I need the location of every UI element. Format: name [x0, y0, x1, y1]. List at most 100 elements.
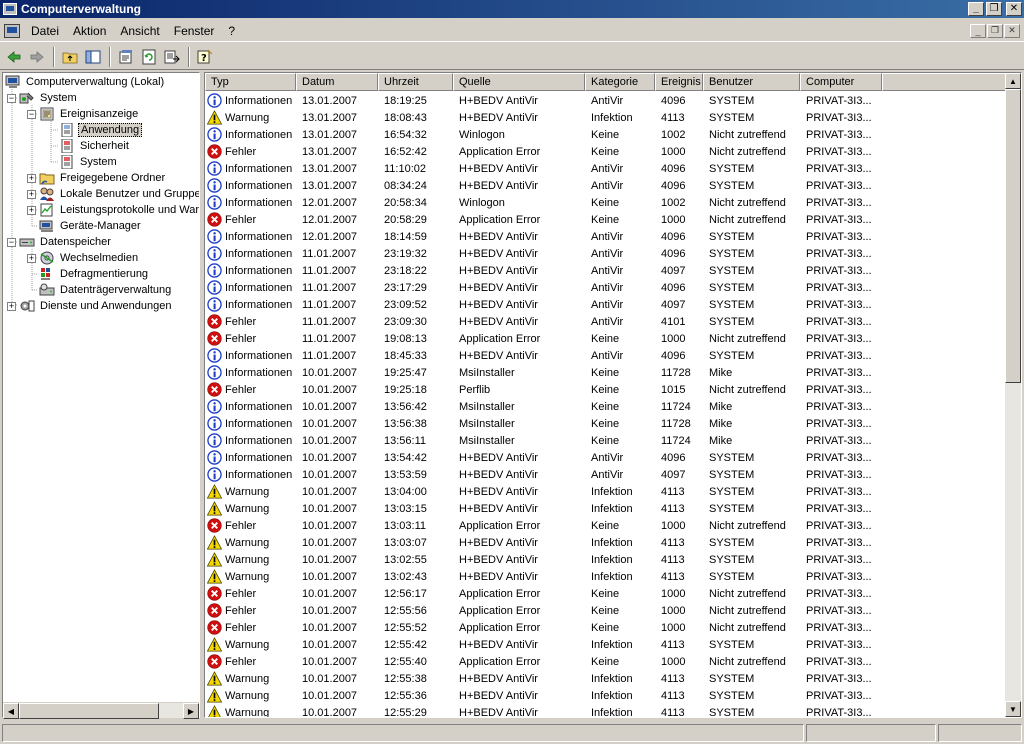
table-row[interactable]: Informationen 13.01.2007 11:10:02 H+BEDV An… — [205, 160, 1005, 177]
tree-item-disk-mgmt[interactable]: Datenträgerverwaltung — [39, 282, 173, 298]
tree-horizontal-scrollbar[interactable]: ◀ ▶ — [3, 702, 199, 719]
tree-item-services[interactable]: + Dienste und Anwendungen — [7, 298, 174, 314]
table-row[interactable]: Warnung 13.01.2007 18:08:43 H+BEDV AntiVir I… — [205, 109, 1005, 126]
table-row[interactable]: Fehler 11.01.2007 23:09:30 H+BEDV AntiVir An… — [205, 313, 1005, 330]
expand-icon[interactable]: + — [27, 189, 36, 199]
table-row[interactable]: Fehler 12.01.2007 20:58:29 Application Erro… — [205, 211, 1005, 228]
column-header-quelle[interactable]: Quelle — [453, 73, 585, 91]
table-row[interactable]: Informationen 11.01.2007 23:19:32 H+BEDV An… — [205, 245, 1005, 262]
table-row[interactable]: Informationen 11.01.2007 23:09:52 H+BEDV An… — [205, 296, 1005, 313]
minimize-button[interactable]: _ — [968, 2, 984, 16]
collapse-icon[interactable]: − — [7, 93, 16, 103]
table-row[interactable]: Warnung 10.01.2007 12:55:38 H+BEDV AntiVir I… — [205, 670, 1005, 687]
tree-item-root[interactable]: Computerverwaltung (Lokal) — [5, 74, 166, 90]
menu-aktion[interactable]: Aktion — [66, 22, 113, 40]
table-row[interactable]: Informationen 11.01.2007 23:17:29 H+BEDV An… — [205, 279, 1005, 296]
tree-item-application[interactable]: Anwendung — [59, 122, 143, 138]
menu-datei[interactable]: Datei — [24, 22, 66, 40]
table-row[interactable]: Warnung 10.01.2007 13:02:43 H+BEDV AntiVir I… — [205, 568, 1005, 585]
tree-item-defrag[interactable]: Defragmentierung — [39, 266, 150, 282]
refresh-button[interactable] — [138, 46, 160, 68]
show-hide-tree-button[interactable] — [82, 46, 104, 68]
properties-button[interactable] — [115, 46, 137, 68]
scroll-up-button[interactable]: ▲ — [1005, 73, 1021, 89]
column-header-computer[interactable]: Computer — [800, 73, 882, 91]
tree-item-security[interactable]: Sicherheit — [59, 138, 131, 154]
table-row[interactable]: Informationen 11.01.2007 18:45:33 H+BEDV An… — [205, 347, 1005, 364]
table-row[interactable]: Warnung 10.01.2007 13:04:00 H+BEDV AntiVir I… — [205, 483, 1005, 500]
menu-fenster[interactable]: Fenster — [167, 22, 222, 40]
tree-item-system-log[interactable]: System — [59, 154, 119, 170]
column-header-benutzer[interactable]: Benutzer — [703, 73, 800, 91]
expand-icon[interactable]: + — [27, 173, 36, 183]
table-row[interactable]: Warnung 10.01.2007 12:55:42 H+BEDV AntiVir I… — [205, 636, 1005, 653]
tree-item-event-viewer[interactable]: − Ereignisanzeige — [27, 106, 140, 122]
restore-button[interactable]: ❐ — [986, 2, 1002, 16]
table-row[interactable]: Fehler 10.01.2007 12:55:56 Application Erro… — [205, 602, 1005, 619]
table-row[interactable]: Fehler 10.01.2007 13:03:11 Application Erro… — [205, 517, 1005, 534]
table-row[interactable]: Fehler 10.01.2007 12:55:40 Application Erro… — [205, 653, 1005, 670]
expand-icon[interactable]: + — [27, 205, 36, 215]
forward-button[interactable] — [26, 46, 48, 68]
table-row[interactable]: Informationen 12.01.2007 18:14:59 H+BEDV An… — [205, 228, 1005, 245]
table-row[interactable]: Warnung 10.01.2007 13:02:55 H+BEDV AntiVir I… — [205, 551, 1005, 568]
cell-quelle: H+BEDV AntiVir — [459, 672, 538, 685]
table-row[interactable]: Fehler 10.01.2007 19:25:18 Perflib Keine 1015… — [205, 381, 1005, 398]
column-header-datum[interactable]: Datum — [296, 73, 378, 91]
table-row[interactable]: Warnung 10.01.2007 12:55:29 H+BEDV AntiVir I… — [205, 704, 1005, 717]
column-header-uhrzeit[interactable]: Uhrzeit — [378, 73, 453, 91]
scroll-down-button[interactable]: ▼ — [1005, 701, 1021, 717]
table-row[interactable]: Informationen 13.01.2007 08:34:24 H+BEDV An… — [205, 177, 1005, 194]
up-one-level-button[interactable] — [59, 46, 81, 68]
table-row[interactable]: Informationen 10.01.2007 13:54:42 H+BEDV An… — [205, 449, 1005, 466]
tree-item-storage[interactable]: − Datenspeicher — [7, 234, 113, 250]
column-header-ereignis[interactable]: Ereignis — [655, 73, 703, 91]
tree-item-system[interactable]: − System — [7, 90, 79, 106]
tree-label-shared-folders: Freigegebene Ordner — [60, 172, 166, 184]
table-row[interactable]: Warnung 10.01.2007 13:03:15 H+BEDV AntiVir I… — [205, 500, 1005, 517]
close-button[interactable]: ✕ — [1006, 2, 1022, 16]
table-row[interactable]: Informationen 13.01.2007 18:19:25 H+BEDV An… — [205, 92, 1005, 109]
tree-item-perf-logs[interactable]: + Leistungsprotokolle und Warnungen — [27, 202, 200, 218]
collapse-icon[interactable]: − — [27, 109, 36, 119]
expand-icon[interactable]: + — [27, 253, 36, 263]
scroll-left-button[interactable]: ◀ — [3, 703, 19, 719]
export-list-button[interactable] — [161, 46, 183, 68]
cell-typ: Informationen — [205, 93, 296, 108]
table-row[interactable]: Fehler 11.01.2007 19:08:13 Application Erro… — [205, 330, 1005, 347]
tree-item-removable[interactable]: + Wechselmedien — [27, 250, 140, 266]
expand-icon[interactable]: + — [7, 301, 16, 311]
table-row[interactable]: Informationen 10.01.2007 13:53:59 H+BEDV An… — [205, 466, 1005, 483]
table-row[interactable]: Informationen 13.01.2007 16:54:32 Winlogon K… — [205, 126, 1005, 143]
table-row[interactable]: Informationen 10.01.2007 13:56:11 MsiInstal… — [205, 432, 1005, 449]
tree-item-device-manager[interactable]: Geräte-Manager — [39, 218, 143, 234]
scroll-right-button[interactable]: ▶ — [183, 703, 199, 719]
table-row[interactable]: Informationen 12.01.2007 20:58:34 Winlogon K… — [205, 194, 1005, 211]
scrollbar-thumb[interactable] — [1005, 89, 1021, 383]
child-close-button[interactable]: ✕ — [1004, 23, 1020, 38]
table-row[interactable]: Informationen 11.01.2007 23:18:22 H+BEDV An… — [205, 262, 1005, 279]
table-row[interactable]: Fehler 13.01.2007 16:52:42 Application Erro… — [205, 143, 1005, 160]
scrollbar-thumb[interactable] — [19, 703, 159, 719]
back-button[interactable] — [3, 46, 25, 68]
table-row[interactable]: Informationen 10.01.2007 13:56:42 MsiInstal… — [205, 398, 1005, 415]
table-row[interactable]: Warnung 10.01.2007 13:03:07 H+BEDV AntiVir I… — [205, 534, 1005, 551]
table-row[interactable]: Informationen 10.01.2007 13:56:38 MsiInstal… — [205, 415, 1005, 432]
table-row[interactable]: Fehler 10.01.2007 12:56:17 Application Erro… — [205, 585, 1005, 602]
tree-item-shared-folders[interactable]: + Freigegebene Ordner — [27, 170, 167, 186]
child-window-icon[interactable] — [4, 23, 20, 38]
child-minimize-button[interactable]: _ — [970, 23, 986, 38]
list-vertical-scrollbar[interactable]: ▲ ▼ — [1005, 73, 1021, 717]
tree-item-local-users[interactable]: + Lokale Benutzer und Gruppen — [27, 186, 199, 202]
tree-label-perf-logs: Leistungsprotokolle und Warnungen — [60, 204, 200, 216]
collapse-icon[interactable]: − — [7, 237, 16, 247]
column-header-typ[interactable]: Typ — [205, 73, 296, 91]
table-row[interactable]: Fehler 10.01.2007 12:55:52 Application Erro… — [205, 619, 1005, 636]
column-header-kategorie[interactable]: Kategorie — [585, 73, 655, 91]
table-row[interactable]: Informationen 10.01.2007 19:25:47 MsiInstal… — [205, 364, 1005, 381]
menu-ansicht[interactable]: Ansicht — [113, 22, 166, 40]
menu-help[interactable]: ? — [221, 22, 242, 40]
table-row[interactable]: Warnung 10.01.2007 12:55:36 H+BEDV AntiVir I… — [205, 687, 1005, 704]
help-button[interactable]: ? — [194, 46, 216, 68]
child-restore-button[interactable]: ❐ — [987, 23, 1003, 38]
